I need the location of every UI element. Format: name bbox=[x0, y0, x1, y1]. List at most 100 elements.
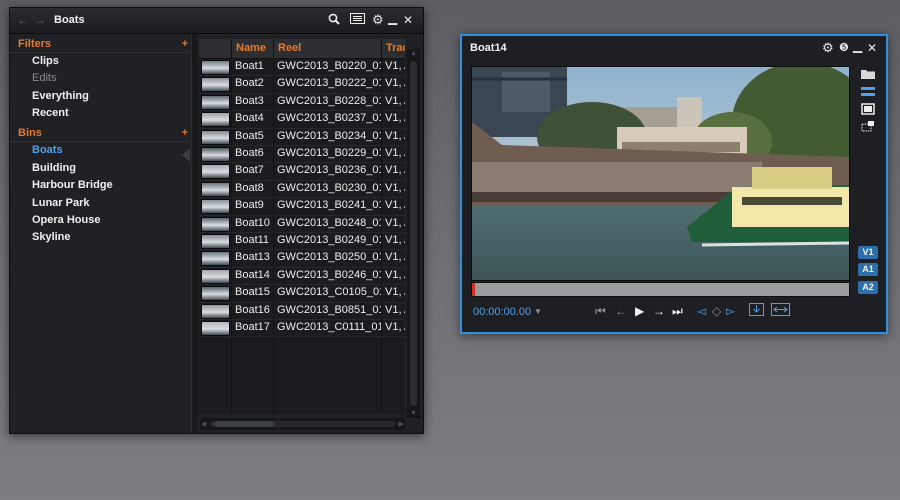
clip-thumbnail[interactable] bbox=[201, 251, 230, 267]
table-row[interactable]: Boat14 GWC2013_B0246_01 V1, A1, A2 bbox=[199, 267, 405, 286]
table-row[interactable]: Boat15 GWC2013_C0105_01 V1, A1, A2 bbox=[199, 284, 405, 303]
clip-thumbnail[interactable] bbox=[201, 181, 230, 197]
clip-reel-cell: GWC2013_C0111_01 bbox=[277, 321, 381, 333]
clip-thumbnail[interactable] bbox=[201, 147, 230, 162]
fullscreen-icon[interactable] bbox=[860, 103, 876, 115]
mark-out-icon[interactable]: ▻ bbox=[726, 304, 735, 318]
column-header-reel[interactable]: Reel bbox=[273, 39, 381, 58]
list-view-icon[interactable] bbox=[350, 13, 365, 27]
sidebar-item-clips[interactable]: Clips bbox=[10, 53, 190, 70]
table-row[interactable]: Boat1 GWC2013_B0220_01 V1, A1, A2 bbox=[199, 58, 405, 77]
clip-thumbnail[interactable] bbox=[201, 303, 230, 319]
horizontal-scroll-thumb[interactable] bbox=[214, 421, 274, 427]
track-v1-button[interactable]: V1 bbox=[858, 246, 878, 259]
settings-icon[interactable]: ⚙ bbox=[822, 41, 834, 55]
video-frame[interactable] bbox=[471, 66, 850, 281]
go-to-end-icon[interactable]: ⏭ bbox=[672, 304, 683, 318]
sidebar-item-harbour-bridge[interactable]: Harbour Bridge bbox=[10, 177, 190, 194]
scroll-right-icon[interactable]: ▶ bbox=[399, 420, 404, 428]
clip-reel-cell: GWC2013_B0230_01 bbox=[277, 181, 381, 194]
pip-icon[interactable] bbox=[860, 120, 876, 132]
close-icon[interactable]: ✕ bbox=[867, 41, 877, 55]
close-icon[interactable]: ✕ bbox=[403, 13, 413, 27]
timeline-scrubber[interactable] bbox=[471, 282, 850, 297]
clip-thumbnail[interactable] bbox=[201, 321, 230, 336]
vertical-scrollbar[interactable]: ▲ ▼ bbox=[407, 49, 420, 418]
minimize-icon[interactable]: ▁ bbox=[853, 39, 862, 53]
column-header-name[interactable]: Name bbox=[231, 39, 274, 58]
track-a1-button[interactable]: A1 bbox=[858, 263, 878, 276]
pin-icon[interactable]: ❺ bbox=[839, 41, 849, 55]
insert-icon[interactable] bbox=[749, 303, 764, 319]
scroll-left-icon[interactable]: ◀ bbox=[201, 420, 206, 428]
table-row[interactable]: Boat10 GWC2013_B0248_01 V1, A1, A2 bbox=[199, 215, 405, 233]
table-row[interactable]: Boat7 GWC2013_B0236_01 V1, A1, A2 bbox=[199, 162, 405, 181]
clip-thumbnail[interactable] bbox=[201, 94, 230, 110]
clear-marks-icon[interactable]: ◇ bbox=[712, 304, 721, 318]
mark-in-icon[interactable]: ◅ bbox=[697, 304, 706, 318]
table-row[interactable]: Boat13 GWC2013_B0250_01 V1, A1, A2 bbox=[199, 249, 405, 268]
sidebar-item-building[interactable]: Building bbox=[10, 160, 190, 177]
clip-thumbnail[interactable] bbox=[201, 234, 230, 249]
step-forward-icon[interactable]: → bbox=[653, 304, 665, 318]
scroll-down-icon[interactable]: ▼ bbox=[410, 410, 417, 417]
folder-icon[interactable] bbox=[860, 68, 876, 80]
clip-reel-cell: GWC2013_B0236_01 bbox=[277, 164, 381, 177]
back-arrow-icon[interactable]: ← bbox=[17, 13, 29, 27]
clip-reel-cell: GWC2013_B0229_01 bbox=[277, 147, 381, 159]
vertical-scroll-track[interactable] bbox=[410, 61, 417, 406]
go-to-start-icon[interactable]: ⏮ bbox=[595, 304, 606, 318]
track-a2-button[interactable]: A2 bbox=[858, 281, 878, 294]
sidebar-item-everything[interactable]: Everything bbox=[10, 88, 190, 105]
clip-thumbnail[interactable] bbox=[201, 60, 230, 75]
clip-thumbnail[interactable] bbox=[201, 112, 230, 128]
clip-thumbnail[interactable] bbox=[201, 199, 230, 215]
clip-track-cell: V1, A1, A2 bbox=[385, 251, 405, 264]
clip-track-cell: V1, A1, A2 bbox=[385, 60, 405, 72]
sidebar-item-recent[interactable]: Recent bbox=[10, 105, 190, 122]
table-row[interactable]: Boat8 GWC2013_B0230_01 V1, A1, A2 bbox=[199, 180, 405, 199]
clip-thumbnail[interactable] bbox=[201, 216, 230, 232]
clip-name-cell: Boat13 bbox=[235, 251, 270, 264]
playhead-marker[interactable] bbox=[472, 283, 475, 296]
table-row[interactable]: Boat9 GWC2013_B0241_01 V1, A1, A2 bbox=[199, 197, 405, 216]
overwrite-icon[interactable] bbox=[771, 303, 790, 319]
sidebar-item-skyline[interactable]: Skyline bbox=[10, 229, 190, 246]
table-row[interactable]: Boat2 GWC2013_B0222_01 V1, A1, A2 bbox=[199, 75, 405, 94]
table-row[interactable]: Boat6 GWC2013_B0229_01 V1, A1, A2 bbox=[199, 145, 405, 164]
clip-track-cell: V1, A1, A2 bbox=[385, 112, 405, 125]
clip-thumbnail[interactable] bbox=[201, 77, 230, 93]
clip-reel-cell: GWC2013_B0228_01 bbox=[277, 94, 381, 107]
table-row[interactable]: Boat5 GWC2013_B0234_01 V1, A1, A2 bbox=[199, 128, 405, 146]
column-header-track[interactable]: Track bbox=[381, 39, 405, 58]
table-row[interactable]: Boat17 GWC2013_C0111_01 V1, A1, A2 bbox=[199, 319, 405, 338]
timecode-dropdown-icon[interactable]: ▼ bbox=[534, 307, 542, 316]
add-filter-button[interactable]: + bbox=[182, 36, 188, 52]
settings-icon[interactable]: ⚙ bbox=[372, 13, 384, 27]
clip-thumbnail[interactable] bbox=[201, 164, 230, 180]
table-row[interactable]: Boat11 GWC2013_B0249_01 V1, A1, A2 bbox=[199, 232, 405, 251]
step-back-icon[interactable]: ← bbox=[615, 304, 627, 318]
table-row[interactable]: Boat3 GWC2013_B0228_01 V1, A1, A2 bbox=[199, 93, 405, 112]
scroll-up-icon[interactable]: ▲ bbox=[410, 50, 417, 57]
layout-icon[interactable] bbox=[860, 86, 876, 98]
table-row[interactable]: Boat16 GWC2013_B0851_01 V1, A1, A2 bbox=[199, 302, 405, 320]
add-bin-button[interactable]: + bbox=[182, 125, 188, 141]
table-row[interactable]: Boat4 GWC2013_B0237_01 V1, A1, A2 bbox=[199, 110, 405, 129]
play-icon[interactable]: ▶ bbox=[635, 304, 644, 318]
sidebar-item-boats[interactable]: Boats bbox=[10, 142, 190, 159]
search-icon[interactable] bbox=[328, 13, 340, 28]
minimize-icon[interactable]: ▁ bbox=[388, 11, 397, 25]
column-header-thumbnail[interactable] bbox=[199, 39, 231, 58]
clip-thumbnail[interactable] bbox=[201, 129, 230, 145]
clip-name-cell: Boat15 bbox=[235, 286, 270, 299]
forward-arrow-icon[interactable]: → bbox=[34, 13, 46, 27]
sidebar-item-opera-house[interactable]: Opera House bbox=[10, 212, 190, 229]
timecode-display[interactable]: 00:00:00.00 bbox=[473, 306, 531, 318]
horizontal-scrollbar[interactable]: ◀ ▶ bbox=[200, 418, 405, 430]
sidebar-item-edits[interactable]: Edits bbox=[10, 70, 190, 87]
sidebar-splitter[interactable] bbox=[191, 34, 198, 433]
sidebar-item-lunar-park[interactable]: Lunar Park bbox=[10, 195, 190, 212]
clip-thumbnail[interactable] bbox=[201, 268, 230, 284]
clip-thumbnail[interactable] bbox=[201, 286, 230, 302]
